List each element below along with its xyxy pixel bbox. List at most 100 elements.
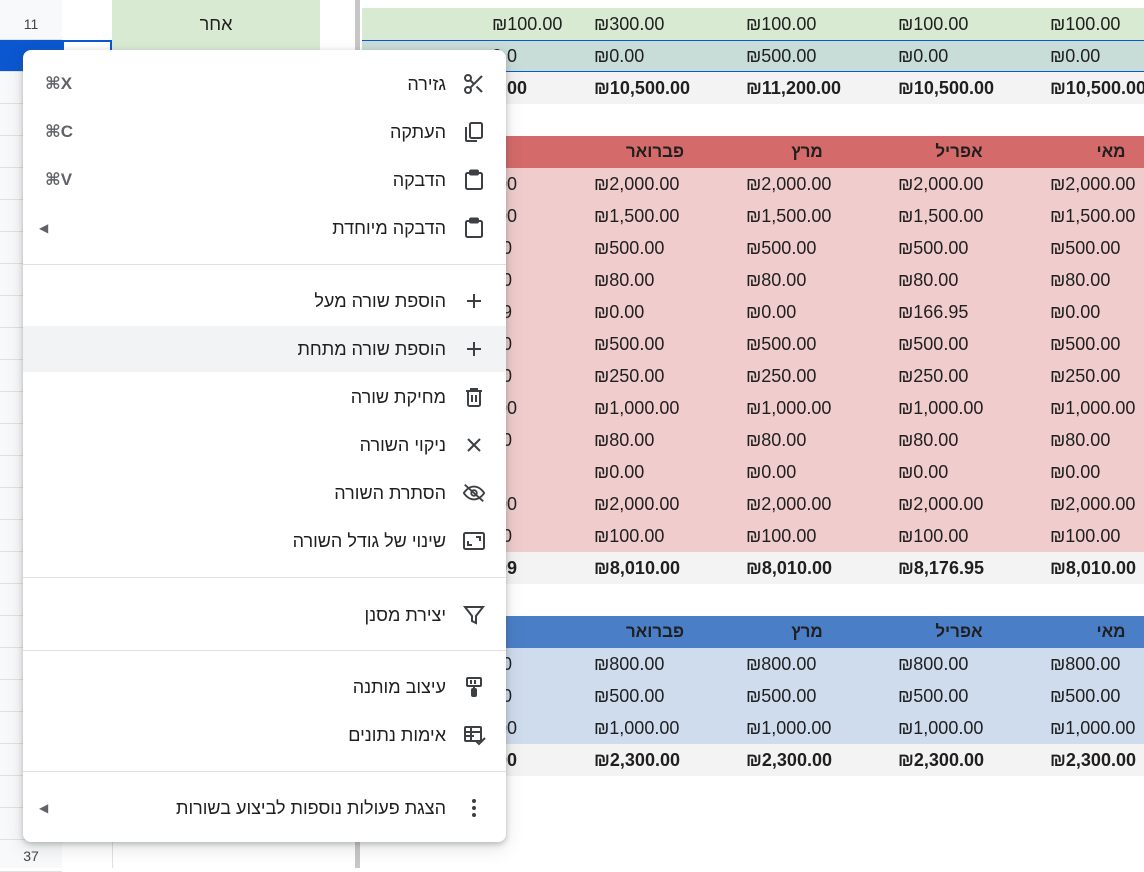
blue-month-header[interactable]: אפריל: [884, 616, 1034, 648]
row11-label[interactable]: אחר: [112, 8, 320, 40]
blue-total-cell[interactable]: ₪2,300.00: [1046, 744, 1144, 776]
red-data-cell[interactable]: ₪500.00: [894, 232, 1044, 264]
blue-data-cell[interactable]: ₪1,000.00: [590, 712, 740, 744]
blue-month-header[interactable]: מאי: [1036, 616, 1144, 648]
blue-data-cell[interactable]: ₪800.00: [742, 648, 892, 680]
menu-item-clear-row[interactable]: ניקוי השורה: [23, 422, 506, 468]
red-data-cell[interactable]: ₪500.00: [590, 328, 740, 360]
red-data-cell[interactable]: ₪100.00: [742, 520, 892, 552]
red-data-cell[interactable]: ₪2,000.00: [894, 168, 1044, 200]
red-data-cell[interactable]: ₪1,500.00: [894, 200, 1044, 232]
blue-data-cell[interactable]: ₪1,000.00: [742, 712, 892, 744]
blue-month-header[interactable]: פברואר: [580, 616, 730, 648]
red-data-cell[interactable]: ₪500.00: [742, 328, 892, 360]
menu-item-copy[interactable]: העתקה ⌘C: [23, 109, 506, 155]
red-data-cell[interactable]: ₪1,000.00: [590, 392, 740, 424]
red-data-cell[interactable]: ₪1,500.00: [1046, 200, 1144, 232]
row13-total-cell[interactable]: ₪10,500.00: [894, 72, 1044, 104]
red-data-cell[interactable]: ₪1,000.00: [894, 392, 1044, 424]
red-data-cell[interactable]: ₪80.00: [894, 424, 1044, 456]
row11-cell[interactable]: ₪100.00: [894, 8, 1044, 40]
red-data-cell[interactable]: ₪250.00: [894, 360, 1044, 392]
menu-item-resize-row[interactable]: שינוי של גודל השורה: [23, 518, 506, 564]
row12-cell[interactable]: ₪500.00: [742, 40, 892, 72]
menu-item-delete-row[interactable]: מחיקת שורה: [23, 374, 506, 420]
red-data-cell[interactable]: ₪1,000.00: [742, 392, 892, 424]
red-data-cell[interactable]: ₪250.00: [742, 360, 892, 392]
red-data-cell[interactable]: ₪2,000.00: [894, 488, 1044, 520]
red-data-cell[interactable]: ₪100.00: [894, 520, 1044, 552]
red-data-cell[interactable]: ₪500.00: [894, 328, 1044, 360]
red-data-cell[interactable]: ₪80.00: [742, 264, 892, 296]
red-data-cell[interactable]: ₪1,000.00: [1046, 392, 1144, 424]
red-data-cell[interactable]: ₪0.00: [742, 456, 892, 488]
row-header[interactable]: 37: [0, 840, 62, 872]
menu-item-hide-row[interactable]: הסתרת השורה: [23, 470, 506, 516]
menu-item-insert-row-below[interactable]: הוספת שורה מתחת: [23, 326, 506, 372]
red-data-cell[interactable]: ₪0.00: [742, 296, 892, 328]
menu-item-conditional-formatting[interactable]: עיצוב מותנה: [23, 664, 506, 710]
red-data-cell[interactable]: ₪80.00: [894, 264, 1044, 296]
red-data-cell[interactable]: ₪2,000.00: [742, 168, 892, 200]
blue-data-cell[interactable]: ₪1,000.00: [1046, 712, 1144, 744]
red-data-cell[interactable]: ₪250.00: [590, 360, 740, 392]
red-data-cell[interactable]: ₪2,000.00: [590, 488, 740, 520]
red-total-cell[interactable]: ₪8,010.00: [590, 552, 740, 584]
row13-total-cell[interactable]: ₪10,500.00: [1046, 72, 1144, 104]
red-data-cell[interactable]: ₪80.00: [742, 424, 892, 456]
red-data-cell[interactable]: ₪0.00: [590, 296, 740, 328]
red-data-cell[interactable]: ₪80.00: [1046, 424, 1144, 456]
blue-total-cell[interactable]: ₪2,300.00: [742, 744, 892, 776]
red-data-cell[interactable]: ₪250.00: [1046, 360, 1144, 392]
red-data-cell[interactable]: ₪1,500.00: [590, 200, 740, 232]
row13-total-cell[interactable]: ₪11,200.00: [742, 72, 892, 104]
menu-item-cut[interactable]: גזירה ⌘X: [23, 61, 506, 107]
blue-data-cell[interactable]: ₪500.00: [1046, 680, 1144, 712]
red-data-cell[interactable]: ₪2,000.00: [1046, 168, 1144, 200]
red-month-header[interactable]: מרץ: [732, 136, 882, 168]
red-total-cell[interactable]: ₪8,010.00: [1046, 552, 1144, 584]
row12-cell[interactable]: ₪0.00: [894, 40, 1044, 72]
red-data-cell[interactable]: ₪500.00: [1046, 232, 1144, 264]
red-total-cell[interactable]: ₪8,010.00: [742, 552, 892, 584]
red-data-cell[interactable]: ₪2,000.00: [1046, 488, 1144, 520]
blue-month-header[interactable]: מרץ: [732, 616, 882, 648]
blue-data-cell[interactable]: ₪1,000.00: [894, 712, 1044, 744]
red-data-cell[interactable]: ₪2,000.00: [742, 488, 892, 520]
row12-cell[interactable]: ₪0.00: [590, 40, 740, 72]
red-data-cell[interactable]: ₪80.00: [590, 424, 740, 456]
row12-cell[interactable]: ₪0.00: [1046, 40, 1144, 72]
blue-data-cell[interactable]: ₪500.00: [590, 680, 740, 712]
red-data-cell[interactable]: ₪0.00: [894, 456, 1044, 488]
red-data-cell[interactable]: ₪100.00: [1046, 520, 1144, 552]
menu-item-paste-special[interactable]: הדבקה מיוחדת ◀: [23, 205, 506, 251]
blue-data-cell[interactable]: ₪800.00: [1046, 648, 1144, 680]
red-data-cell[interactable]: ₪80.00: [590, 264, 740, 296]
red-data-cell[interactable]: ₪0.00: [1046, 456, 1144, 488]
red-data-cell[interactable]: ₪80.00: [1046, 264, 1144, 296]
red-month-header[interactable]: פברואר: [580, 136, 730, 168]
red-data-cell[interactable]: ₪166.95: [894, 296, 1044, 328]
row11-cell[interactable]: ₪100.00: [742, 8, 892, 40]
row11-cell[interactable]: ₪300.00: [590, 8, 740, 40]
red-data-cell[interactable]: ₪500.00: [742, 232, 892, 264]
menu-item-more-row-actions[interactable]: הצגת פעולות נוספות לביצוע בשורות ◀: [23, 785, 506, 831]
row13-total-cell[interactable]: ₪10,500.00: [590, 72, 740, 104]
red-data-cell[interactable]: ₪500.00: [1046, 328, 1144, 360]
red-data-cell[interactable]: ₪0.00: [590, 456, 740, 488]
blue-data-cell[interactable]: ₪800.00: [590, 648, 740, 680]
red-total-cell[interactable]: ₪8,176.95: [894, 552, 1044, 584]
row11-cell[interactable]: ₪100.00: [1046, 8, 1144, 40]
red-data-cell[interactable]: ₪500.00: [590, 232, 740, 264]
blue-total-cell[interactable]: ₪2,300.00: [894, 744, 1044, 776]
red-month-header[interactable]: אפריל: [884, 136, 1034, 168]
blue-total-cell[interactable]: ₪2,300.00: [590, 744, 740, 776]
red-data-cell[interactable]: ₪100.00: [590, 520, 740, 552]
menu-item-paste[interactable]: הדבקה ⌘V: [23, 157, 506, 203]
blue-data-cell[interactable]: ₪500.00: [894, 680, 1044, 712]
menu-item-create-filter[interactable]: יצירת מסנן: [23, 592, 506, 638]
menu-item-insert-row-above[interactable]: הוספת שורה מעל: [23, 278, 506, 324]
menu-item-data-validation[interactable]: אימות נתונים: [23, 712, 506, 758]
red-month-header[interactable]: מאי: [1036, 136, 1144, 168]
red-data-cell[interactable]: ₪1,500.00: [742, 200, 892, 232]
